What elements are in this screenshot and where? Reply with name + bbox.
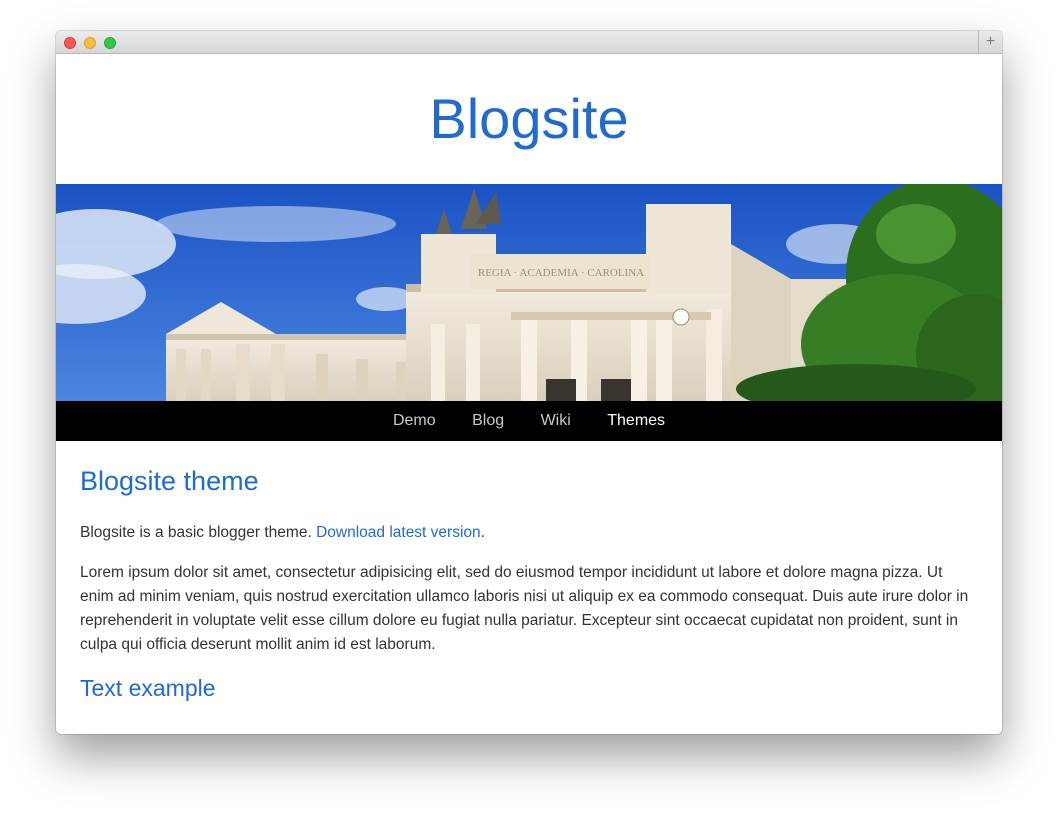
download-link[interactable]: Download latest version bbox=[316, 524, 481, 541]
intro-end: . bbox=[480, 524, 485, 541]
section-heading: Text example bbox=[80, 675, 216, 701]
nav-item-themes[interactable]: Themes bbox=[607, 401, 665, 441]
site-header: Blogsite bbox=[56, 54, 1002, 184]
nav-item-demo[interactable]: Demo bbox=[393, 401, 436, 441]
body-paragraph: Lorem ipsum dolor sit amet, consectetur … bbox=[80, 564, 969, 653]
close-window-button[interactable] bbox=[64, 37, 76, 49]
nav-item-blog[interactable]: Blog bbox=[472, 401, 504, 441]
browser-window: + Blogsite REGIA · ACADEMIA · CAROLINA D… bbox=[56, 31, 1002, 734]
svg-text:REGIA · ACADEMIA · CAROLINA: REGIA · ACADEMIA · CAROLINA bbox=[478, 267, 644, 279]
site-title[interactable]: Blogsite bbox=[56, 54, 1002, 151]
header-image: REGIA · ACADEMIA · CAROLINA bbox=[56, 184, 1002, 401]
page-heading: Blogsite theme bbox=[80, 466, 259, 496]
title-bar: + bbox=[56, 31, 1002, 54]
main-navigation: Demo Blog Wiki Themes bbox=[56, 401, 1002, 441]
intro-text: Blogsite is a basic blogger theme. bbox=[80, 524, 317, 541]
main-content: Blogsite theme Blogsite is a basic blogg… bbox=[80, 441, 980, 703]
plus-icon[interactable]: + bbox=[978, 31, 1002, 53]
maximize-window-button[interactable] bbox=[104, 37, 116, 49]
minimize-window-button[interactable] bbox=[84, 37, 96, 49]
nav-item-wiki[interactable]: Wiki bbox=[541, 401, 571, 441]
intro-paragraph: Blogsite is a basic blogger theme. Downl… bbox=[80, 521, 980, 545]
